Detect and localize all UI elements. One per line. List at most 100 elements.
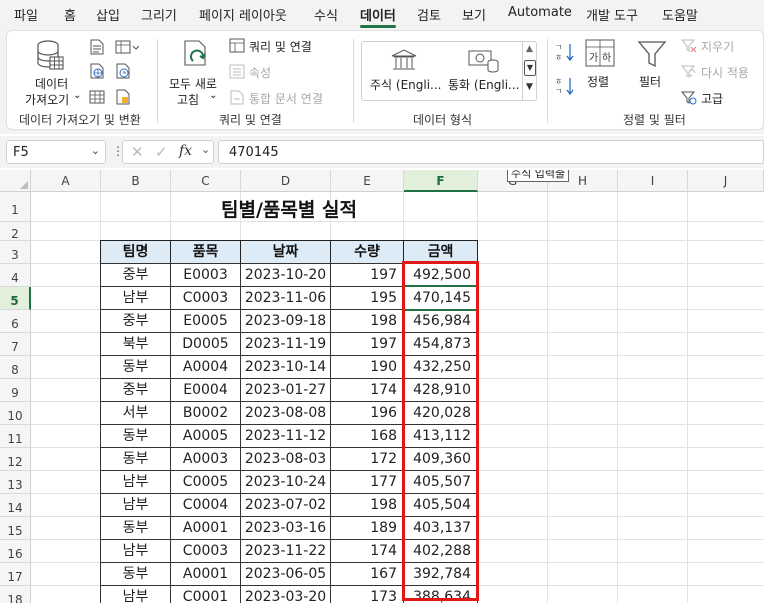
- table-cell[interactable]: E0005: [170, 309, 241, 333]
- menu-tab[interactable]: 홈: [64, 5, 76, 24]
- menu-tab[interactable]: 파일: [14, 5, 38, 24]
- chevron-down-icon[interactable]: ⌄: [201, 143, 210, 156]
- table-cell[interactable]: C0001: [170, 585, 241, 603]
- table-cell[interactable]: 470,145: [403, 286, 478, 310]
- table-cell[interactable]: 남부: [100, 585, 171, 603]
- sort-ascending-button[interactable]: ㄱㅎ: [555, 41, 575, 63]
- row-header[interactable]: 8: [0, 356, 31, 379]
- table-cell[interactable]: B0002: [170, 401, 241, 425]
- table-cell[interactable]: 2023-11-12: [240, 424, 331, 448]
- table-cell[interactable]: A0005: [170, 424, 241, 448]
- queries-connections-button[interactable]: 쿼리 및 연결: [229, 37, 349, 55]
- table-header-cell[interactable]: 날짜: [240, 240, 331, 264]
- table-cell[interactable]: 2023-03-20: [240, 585, 331, 603]
- table-cell[interactable]: A0001: [170, 562, 241, 586]
- table-cell[interactable]: C0005: [170, 470, 241, 494]
- name-box[interactable]: F5 ⌄: [6, 140, 106, 164]
- menu-tab[interactable]: 검토: [417, 5, 441, 24]
- table-cell[interactable]: 392,784: [403, 562, 478, 586]
- table-cell[interactable]: 중부: [100, 263, 171, 287]
- select-all-button[interactable]: [0, 170, 31, 192]
- row-header[interactable]: 5: [0, 287, 31, 310]
- table-cell[interactable]: 서부: [100, 401, 171, 425]
- menu-tab[interactable]: 그리기: [141, 5, 177, 24]
- menu-tab[interactable]: Automate: [508, 5, 572, 20]
- table-cell[interactable]: A0004: [170, 355, 241, 379]
- table-cell[interactable]: 2023-10-24: [240, 470, 331, 494]
- table-cell[interactable]: 동부: [100, 516, 171, 540]
- row-header[interactable]: 17: [0, 563, 31, 586]
- column-header[interactable]: E: [331, 170, 404, 192]
- edit-links-button[interactable]: 통합 문서 연결: [229, 89, 349, 107]
- row-header[interactable]: 2: [0, 222, 31, 241]
- table-cell[interactable]: 172: [330, 447, 404, 471]
- table-cell[interactable]: 남부: [100, 286, 171, 310]
- menu-tab[interactable]: 삽입: [96, 5, 120, 24]
- table-cell[interactable]: C0004: [170, 493, 241, 517]
- menu-tab[interactable]: 보기: [462, 5, 486, 24]
- row-header[interactable]: 7: [0, 333, 31, 356]
- row-header[interactable]: 1: [0, 192, 31, 222]
- table-cell[interactable]: 198: [330, 493, 404, 517]
- insert-function-icon[interactable]: fx: [179, 143, 192, 159]
- table-cell[interactable]: 456,984: [403, 309, 478, 333]
- column-header[interactable]: I: [618, 170, 688, 192]
- existing-connections-icon[interactable]: [115, 89, 131, 105]
- table-cell[interactable]: 177: [330, 470, 404, 494]
- table-header-cell[interactable]: 품목: [170, 240, 241, 264]
- row-header[interactable]: 16: [0, 540, 31, 563]
- refresh-all-button[interactable]: 모두 새로 고침 ⌄: [163, 35, 227, 107]
- table-cell[interactable]: 432,250: [403, 355, 478, 379]
- table-cell[interactable]: 403,137: [403, 516, 478, 540]
- menu-tab[interactable]: 도움말: [662, 5, 698, 24]
- table-cell[interactable]: 402,288: [403, 539, 478, 563]
- table-cell[interactable]: 174: [330, 378, 404, 402]
- sort-button[interactable]: 가하 정렬: [583, 37, 617, 91]
- table-cell[interactable]: 동부: [100, 447, 171, 471]
- table-cell[interactable]: 2023-10-20: [240, 263, 331, 287]
- table-cell[interactable]: 북부: [100, 332, 171, 356]
- table-cell[interactable]: 413,112: [403, 424, 478, 448]
- menu-tab[interactable]: 개발 도구: [586, 5, 638, 24]
- table-cell[interactable]: C0003: [170, 286, 241, 310]
- table-cell[interactable]: 168: [330, 424, 404, 448]
- table-header-cell[interactable]: 수량: [330, 240, 404, 264]
- reapply-button[interactable]: 다시 적용: [681, 63, 764, 81]
- table-cell[interactable]: 2023-01-27: [240, 378, 331, 402]
- table-cell[interactable]: 중부: [100, 309, 171, 333]
- table-cell[interactable]: 198: [330, 309, 404, 333]
- table-cell[interactable]: 197: [330, 263, 404, 287]
- table-cell[interactable]: 405,504: [403, 493, 478, 517]
- table-cell[interactable]: 2023-08-03: [240, 447, 331, 471]
- table-cell[interactable]: 2023-11-19: [240, 332, 331, 356]
- row-header[interactable]: 18: [0, 586, 31, 603]
- from-table-icon[interactable]: [89, 89, 105, 105]
- menu-tab[interactable]: 데이터: [360, 5, 396, 28]
- table-cell[interactable]: 2023-11-22: [240, 539, 331, 563]
- spreadsheet-grid[interactable]: ABCDEFGHIJ123456789101112131415161718팀별/…: [0, 170, 764, 603]
- table-cell[interactable]: 남부: [100, 470, 171, 494]
- row-header[interactable]: 4: [0, 264, 31, 287]
- table-cell[interactable]: 동부: [100, 424, 171, 448]
- table-cell[interactable]: 167: [330, 562, 404, 586]
- table-cell[interactable]: 2023-11-06: [240, 286, 331, 310]
- row-header[interactable]: 3: [0, 241, 31, 264]
- from-text-icon[interactable]: [89, 39, 105, 55]
- recent-sources-icon[interactable]: [115, 39, 139, 55]
- cancel-icon[interactable]: ✕: [131, 143, 144, 161]
- from-web-icon[interactable]: [89, 63, 105, 79]
- row-header[interactable]: 12: [0, 448, 31, 471]
- table-cell[interactable]: 189: [330, 516, 404, 540]
- row-header[interactable]: 13: [0, 471, 31, 494]
- table-cell[interactable]: 195: [330, 286, 404, 310]
- table-cell[interactable]: C0003: [170, 539, 241, 563]
- advanced-filter-button[interactable]: 고급: [681, 89, 741, 107]
- table-cell[interactable]: 2023-09-18: [240, 309, 331, 333]
- row-header[interactable]: 10: [0, 402, 31, 425]
- table-cell[interactable]: D0005: [170, 332, 241, 356]
- get-data-button[interactable]: 데이터 가져오기 ⌄: [13, 35, 81, 107]
- table-cell[interactable]: 중부: [100, 378, 171, 402]
- row-header[interactable]: 9: [0, 379, 31, 402]
- menu-tab[interactable]: 페이지 레이아웃: [199, 5, 287, 24]
- table-cell[interactable]: A0003: [170, 447, 241, 471]
